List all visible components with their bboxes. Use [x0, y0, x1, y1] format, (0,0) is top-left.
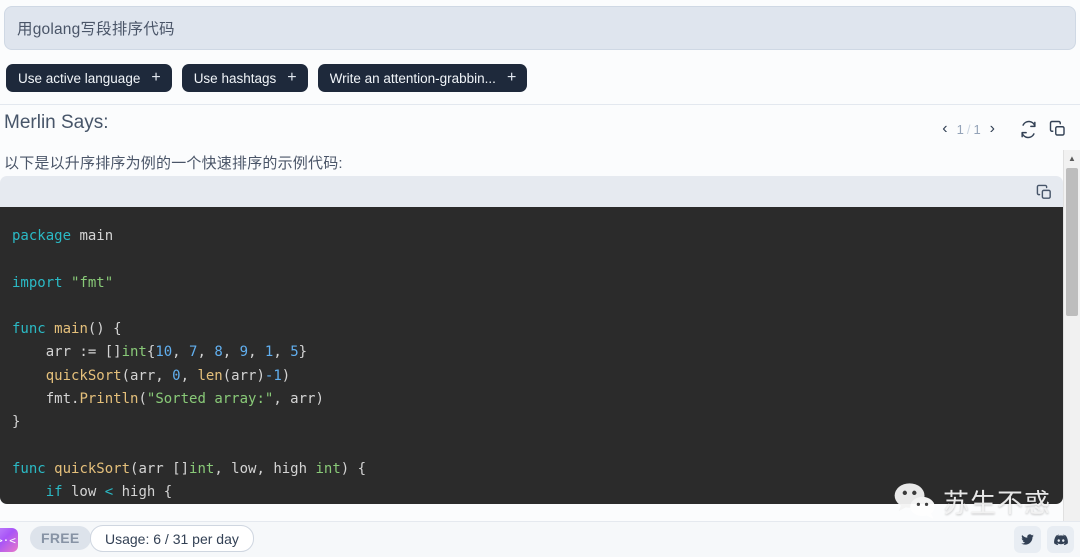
status-bar: >·< FREE Usage: 6 / 31 per day: [0, 521, 1080, 557]
code-token: fmt.: [12, 391, 79, 407]
code-token: 0: [172, 368, 180, 384]
code-token: func: [12, 461, 46, 477]
merlin-ai-panel: 用golang写段排序代码 Use active language + Use …: [0, 0, 1080, 557]
refresh-icon[interactable]: [1014, 115, 1042, 143]
pager-separator: /: [967, 122, 971, 137]
plus-icon[interactable]: +: [151, 70, 160, 86]
code-token: Println: [79, 391, 138, 407]
code-block-toolbar: [0, 176, 1063, 207]
code-token: [46, 461, 54, 477]
suggestion-chips: Use active language + Use hashtags + Wri…: [6, 64, 527, 92]
code-content: package main import "fmt" func main() { …: [0, 207, 1063, 504]
pager-current: 1: [957, 122, 964, 137]
discord-icon[interactable]: [1047, 526, 1074, 553]
code-token: , low, high: [214, 461, 315, 477]
prompt-input-value: 用golang写段排序代码: [5, 17, 175, 39]
code-token: }: [299, 344, 307, 360]
code-token: package: [12, 228, 71, 244]
code-token: main: [54, 321, 88, 337]
code-token: high {: [113, 484, 172, 500]
code-token: "Sorted array:": [147, 391, 273, 407]
vertical-scrollbar[interactable]: ▲ ▼: [1063, 150, 1080, 532]
chip-label: Use hashtags: [194, 71, 277, 86]
code-token: 9: [240, 344, 248, 360]
code-token: import: [12, 275, 63, 291]
code-token: ,: [248, 344, 265, 360]
chip-label: Write an attention-grabbin...: [330, 71, 496, 86]
chip-use-hashtags[interactable]: Use hashtags +: [182, 64, 308, 92]
code-token: <: [105, 484, 113, 500]
code-token: , arr): [273, 391, 324, 407]
code-token: int: [122, 344, 147, 360]
plus-icon[interactable]: +: [507, 70, 516, 86]
response-pager: ‹ 1 / 1 ›: [935, 120, 1002, 138]
code-token: [12, 368, 46, 384]
code-token: ,: [172, 344, 189, 360]
code-token: (: [138, 391, 146, 407]
code-token: 8: [214, 344, 222, 360]
merlin-logo-icon[interactable]: >·<: [0, 528, 18, 552]
code-token: main: [71, 228, 113, 244]
scrollbar-thumb[interactable]: [1066, 168, 1078, 316]
plan-badge: FREE: [30, 526, 91, 550]
code-token: [63, 275, 71, 291]
social-links: [1014, 526, 1074, 553]
code-token: 10: [155, 344, 172, 360]
code-token: ,: [273, 344, 290, 360]
twitter-icon[interactable]: [1014, 526, 1041, 553]
chip-write-attention-grabbing[interactable]: Write an attention-grabbin... +: [318, 64, 528, 92]
page-title: Merlin Says:: [4, 112, 109, 134]
answer-toolbar: ‹ 1 / 1 ›: [935, 115, 1072, 143]
copy-code-icon[interactable]: [1033, 181, 1055, 203]
code-token: ,: [223, 344, 240, 360]
code-token: int: [189, 461, 214, 477]
answer-header: Merlin Says: ‹ 1 / 1 ›: [0, 110, 1080, 148]
code-token: ,: [181, 368, 198, 384]
code-token: ) {: [341, 461, 366, 477]
usage-counter[interactable]: Usage: 6 / 31 per day: [90, 525, 254, 552]
code-token: "fmt": [71, 275, 113, 291]
code-block: package main import "fmt" func main() { …: [0, 207, 1063, 504]
pager-total: 1: [973, 122, 980, 137]
plus-icon[interactable]: +: [287, 70, 296, 86]
code-token: -1: [265, 368, 282, 384]
chip-use-active-language[interactable]: Use active language +: [6, 64, 172, 92]
code-token: [12, 484, 46, 500]
code-token: (arr,: [122, 368, 173, 384]
code-token: [46, 321, 54, 337]
code-token: low: [63, 484, 105, 500]
copy-answer-icon[interactable]: [1044, 115, 1072, 143]
code-token: ,: [197, 344, 214, 360]
code-token: }: [12, 414, 20, 430]
scroll-up-arrow-icon[interactable]: ▲: [1064, 150, 1080, 167]
chevron-right-icon[interactable]: ›: [983, 120, 1002, 138]
code-token: len: [197, 368, 222, 384]
code-token: 5: [290, 344, 298, 360]
chip-label: Use active language: [18, 71, 140, 86]
code-token: if: [46, 484, 63, 500]
code-token: ): [282, 368, 290, 384]
divider: [0, 104, 1080, 105]
chevron-left-icon[interactable]: ‹: [935, 120, 954, 138]
code-token: func: [12, 321, 46, 337]
code-token: (arr): [223, 368, 265, 384]
code-token: (arr []: [130, 461, 189, 477]
code-token: quickSort: [46, 368, 122, 384]
answer-intro-text: 以下是以升序排序为例的一个快速排序的示例代码:: [4, 152, 343, 173]
code-token: () {: [88, 321, 122, 337]
code-token: arr := []: [12, 344, 122, 360]
code-token: int: [315, 461, 340, 477]
prompt-input[interactable]: 用golang写段排序代码: [4, 6, 1076, 50]
code-token: quickSort: [54, 461, 130, 477]
